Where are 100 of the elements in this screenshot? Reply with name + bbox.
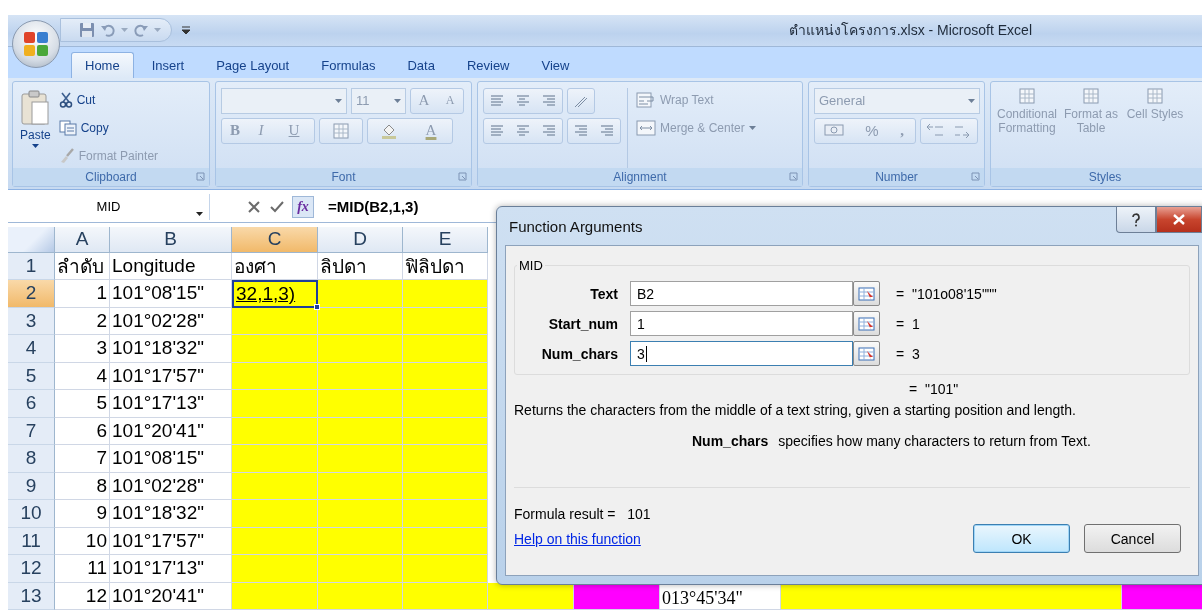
- decimal-icon: [925, 122, 945, 139]
- table-cell: 101°02'28": [110, 472, 232, 500]
- row-header[interactable]: 3: [8, 307, 55, 335]
- table-cell: 101°20'41": [110, 417, 232, 445]
- column-header[interactable]: D: [318, 226, 403, 253]
- argument-field[interactable]: 3: [630, 341, 853, 366]
- close-button[interactable]: [1156, 207, 1202, 233]
- banknote-icon: [824, 122, 846, 139]
- table-cell: 101°17'57": [110, 527, 232, 555]
- save-icon[interactable]: [79, 22, 95, 39]
- argument-value: = 3: [896, 345, 920, 362]
- table-cell: 1: [55, 280, 110, 308]
- active-cell[interactable]: 32,1,3): [232, 280, 318, 308]
- table-cell: 101°18'32": [110, 500, 232, 528]
- table-cell: 6: [55, 417, 110, 445]
- table-cell: 3: [55, 335, 110, 363]
- ribbon-tab[interactable]: Review: [452, 51, 524, 78]
- table-cell: ลิปดา: [318, 252, 403, 280]
- column-header[interactable]: C: [232, 226, 318, 253]
- table-cell: 11: [55, 555, 110, 583]
- group-label: Font: [331, 169, 356, 184]
- row-header[interactable]: 5: [8, 362, 55, 390]
- table-cell: 101°02'28": [110, 307, 232, 335]
- help-link[interactable]: Help on this function: [514, 530, 641, 547]
- argument-label: Start_num: [547, 315, 619, 332]
- copy-button[interactable]: Copy: [58, 115, 159, 140]
- dropdown-arrow-icon: [748, 125, 756, 130]
- cancel-icon[interactable]: [248, 200, 260, 213]
- table-cell: 101°18'32": [110, 335, 232, 363]
- argument-description: specifies how many characters to return from Text.: [778, 433, 1091, 449]
- undo-icon[interactable]: [100, 22, 116, 39]
- row-header[interactable]: 1: [8, 252, 55, 280]
- row-header[interactable]: 2: [8, 280, 55, 308]
- redo-icon[interactable]: [133, 22, 149, 39]
- table-cell: 101°08'15": [110, 280, 232, 308]
- table-cell: องศา: [232, 252, 318, 280]
- check-icon[interactable]: [270, 200, 284, 213]
- column-header[interactable]: E: [403, 226, 488, 253]
- row-header[interactable]: 12: [8, 555, 55, 583]
- table-cell: 8: [55, 472, 110, 500]
- help-button[interactable]: [1116, 207, 1156, 233]
- ribbon-tab[interactable]: View: [527, 51, 584, 78]
- row-header[interactable]: 9: [8, 472, 55, 500]
- table-cell: 101°20'41": [110, 582, 232, 610]
- dropdown-arrow-icon: [31, 143, 39, 148]
- customize-toolbar-icon[interactable]: [182, 26, 190, 35]
- row-header[interactable]: 6: [8, 390, 55, 418]
- ribbon-tab[interactable]: Data: [393, 51, 449, 78]
- align-lines-icon: [515, 93, 531, 108]
- row-header[interactable]: 13: [8, 582, 55, 610]
- paste-button[interactable]: Paste: [18, 87, 53, 168]
- row-header[interactable]: 8: [8, 445, 55, 473]
- border-icon: [333, 122, 349, 139]
- ribbon-tab[interactable]: Formulas: [307, 51, 390, 78]
- window-title: ตำแหน่งโครงการ.xlsx - Microsoft Excel: [788, 21, 1032, 41]
- text-cursor: [645, 345, 647, 362]
- ok-button[interactable]: OK: [973, 524, 1070, 553]
- ribbon-tab[interactable]: Insert: [137, 51, 199, 78]
- align-lines-icon: [489, 123, 505, 138]
- table-cell: 101°17'13": [110, 555, 232, 583]
- collapse-dialog-button[interactable]: [853, 311, 880, 336]
- ribbon-tab[interactable]: Page Layout: [202, 51, 304, 78]
- row-header[interactable]: 7: [8, 417, 55, 445]
- office-logo-icon: [23, 31, 49, 57]
- formula-result: Formula result = 101: [514, 506, 652, 522]
- ribbon-tab[interactable]: Home: [71, 51, 134, 78]
- table-cell: ฟิลิปดา: [403, 252, 488, 280]
- row-header[interactable]: 10: [8, 500, 55, 528]
- table-cell: 7: [55, 445, 110, 473]
- table-cell: Longitude: [110, 252, 232, 280]
- align-lines-icon: [515, 123, 531, 138]
- argument-field[interactable]: B2: [630, 281, 853, 306]
- column-header[interactable]: B: [110, 226, 232, 253]
- table-cell: 5: [55, 390, 110, 418]
- cut-button[interactable]: Cut: [58, 87, 159, 112]
- collapse-dialog-button[interactable]: [853, 341, 880, 366]
- dropdown-arrow-icon: [335, 98, 342, 103]
- dialog-title: Function Arguments: [509, 217, 643, 235]
- collapse-dialog-button[interactable]: [853, 281, 880, 306]
- column-header[interactable]: A: [55, 226, 110, 253]
- insert-function-button[interactable]: fx: [292, 195, 314, 218]
- row-header[interactable]: 4: [8, 335, 55, 363]
- dropdown-arrow-icon: [196, 211, 203, 216]
- group-label: Number: [875, 169, 918, 184]
- clipboard-icon: [20, 89, 51, 126]
- table-cell: 10: [55, 527, 110, 555]
- dialog-launcher-icon[interactable]: [196, 171, 205, 181]
- argument-field[interactable]: 1: [630, 311, 853, 336]
- table-cell: 4: [55, 362, 110, 390]
- indent-lines-icon: [573, 123, 589, 138]
- row-header[interactable]: 11: [8, 527, 55, 555]
- name-box[interactable]: MID: [8, 193, 210, 220]
- fill-handle[interactable]: [314, 303, 320, 310]
- function-result: = "101": [909, 381, 960, 397]
- select-all-corner[interactable]: [8, 226, 55, 253]
- function-description: Returns the characters from the middle of a text string, given a starting position and length.: [514, 402, 1077, 418]
- table-cell: 101°08'15": [110, 445, 232, 473]
- cancel-button[interactable]: Cancel: [1084, 524, 1181, 553]
- range-select-icon: [858, 316, 875, 331]
- formula-text: =MID(B2,1,3): [328, 198, 419, 216]
